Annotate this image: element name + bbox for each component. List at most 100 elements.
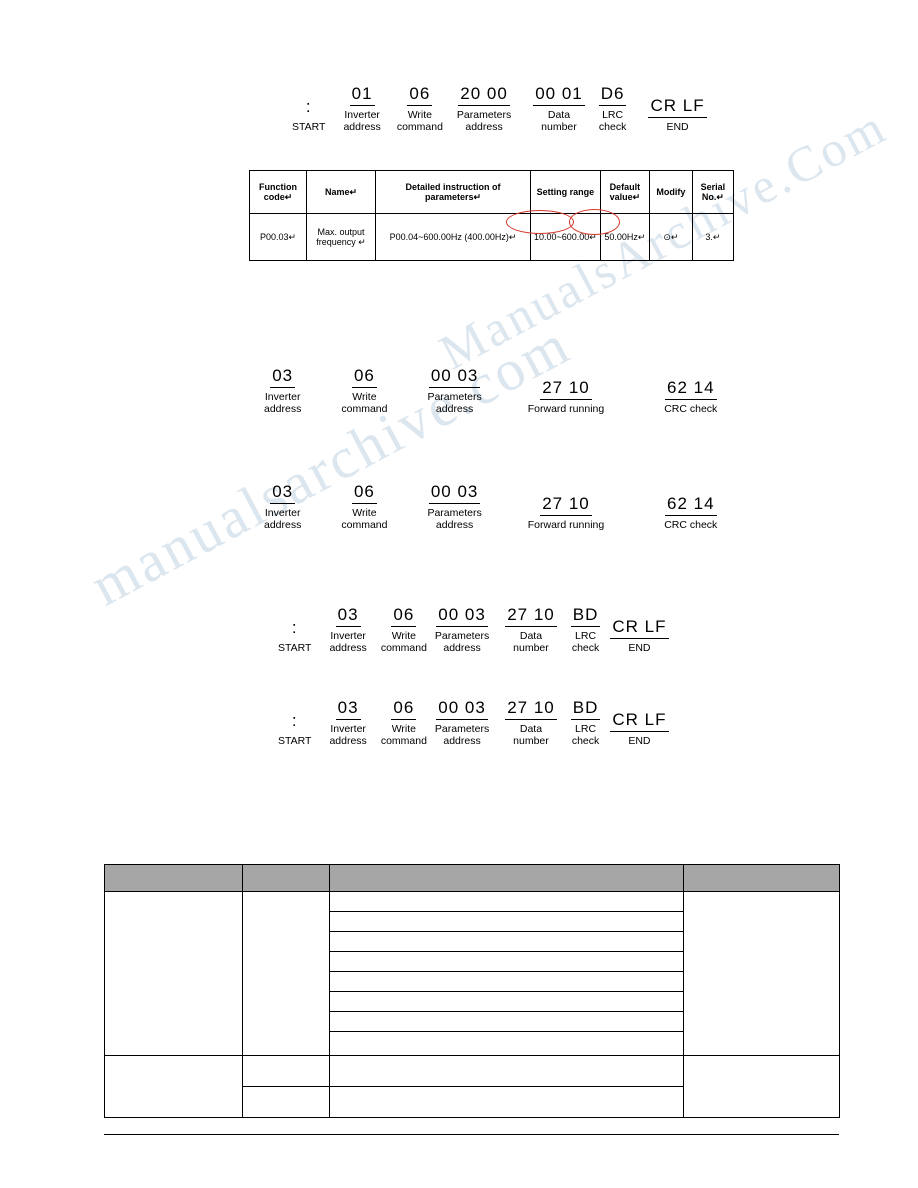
frame-field-value: 00 01 (533, 84, 585, 106)
bottom-th-1 (103, 864, 244, 892)
frame-field-label: CRC check (664, 519, 718, 531)
frame-field-label: LRC check (598, 109, 627, 133)
lrc-frame-p0003-write-fields: : START 01 Inverter address 06 Write command 2… (292, 84, 707, 133)
frame-field-value: 03 (270, 366, 296, 388)
frame-field: 06 Write command (341, 366, 387, 415)
frame-field-label: Inverter address (264, 391, 302, 415)
table-row (103, 1055, 840, 1118)
bottom-cell-group-4 (683, 891, 840, 1056)
frame-field-value: 27 10 (505, 605, 557, 627)
bottom-cell-detail (329, 951, 685, 972)
frame-field: 27 10 Data number (505, 605, 557, 654)
frame-field: CR LF END (648, 96, 707, 133)
bottom-cell-detail (329, 971, 685, 992)
cell-function-code: P00.03↵ (249, 213, 307, 261)
bottom-data-table (103, 864, 840, 1118)
frame-field-value: 06 (351, 482, 377, 504)
frame-field-label: Inverter address (329, 723, 367, 747)
frame-field-value: CR LF (610, 710, 669, 732)
frame-field-label: Data number (513, 723, 549, 747)
frame-field: 27 10 Data number (505, 698, 557, 747)
frame-field-value: 27 10 (540, 494, 592, 516)
frame-field-label: CRC check (664, 403, 718, 415)
frame-field-label: LRC check (571, 630, 600, 654)
frame-field-label: Parameters address (456, 109, 512, 133)
watermark-text-1: manualsarchive.com (80, 310, 581, 619)
bottom-table-header-row (103, 864, 840, 892)
cell-serial-no: 3.↵ (691, 213, 734, 261)
cell-name: Max. output frequency ↵ (306, 213, 376, 261)
frame-field-value: 00 03 (436, 605, 488, 627)
frame-field-label: END (628, 642, 651, 654)
th-default-value: Default value↵ (599, 170, 650, 214)
frame-field-value: CR LF (610, 617, 669, 639)
frame-field-value: 00 03 (428, 482, 481, 504)
frame-field-label: START (278, 735, 312, 747)
frame-field-label: Write command (396, 109, 443, 133)
frame-field-label: Inverter address (329, 630, 367, 654)
frame-field-value: BD (570, 605, 601, 627)
lrc-frame-request-fields: : START 03 Inverter address 06 Write command 0… (278, 605, 669, 654)
frame-field: 20 00 Parameters address (457, 84, 511, 133)
frame-field-value: : (305, 97, 312, 116)
frame-field-value: 20 00 (458, 84, 510, 106)
frame-field: 03 Inverter address (329, 698, 366, 747)
frame-field: BD LRC check (570, 605, 601, 654)
frame-field-label: Forward running (527, 519, 605, 531)
frame-field-label: Forward running (527, 403, 605, 415)
frame-field: : START (278, 618, 311, 654)
parameter-table: Function code↵ Name↵ Detailed instructio… (249, 170, 734, 261)
bottom-cell-detail (329, 991, 685, 1012)
frame-field: 00 01 Data number (533, 84, 585, 133)
frame-field-label: Write command (380, 723, 427, 747)
bottom-cell-group-2 (242, 891, 331, 1056)
frame-field-label: END (628, 735, 651, 747)
frame-diagram-lrc-request: : START 03 Inverter address 06 Write command 0… (278, 605, 669, 654)
th-name: Name↵ (306, 170, 376, 214)
bottom-cell-detail (329, 931, 685, 952)
frame-field-value: 62 14 (664, 378, 717, 400)
frame-field-label: Write command (341, 507, 388, 531)
frame-field: 00 03 Parameters address (427, 482, 481, 531)
bottom-th-4 (683, 864, 840, 892)
frame-field: CR LF END (610, 617, 669, 654)
table-row: P00.03↵ Max. output frequency ↵ P00.04~6… (249, 213, 734, 261)
bottom-cell-group-1b (103, 1055, 244, 1118)
frame-field-value: 62 14 (664, 494, 717, 516)
frame-field-label: Write command (341, 391, 388, 415)
frame-field-value: 06 (391, 605, 417, 627)
frame-field: 00 03 Parameters address (435, 605, 489, 654)
frame-field-value: 03 (335, 605, 361, 627)
frame-diagram-crc-request: 03 Inverter address 06 Write command 00 03 Pa… (264, 366, 717, 415)
frame-field-label: Data number (541, 109, 577, 133)
frame-diagram-lrc-response: : START 03 Inverter address 06 Write command 0… (278, 698, 669, 747)
frame-field: 06 Write command (381, 698, 427, 747)
frame-field-value: 06 (407, 84, 433, 106)
cell-detail: P00.04~600.00Hz (400.00Hz)↵ (375, 213, 531, 261)
frame-field: 06 Write command (397, 84, 443, 133)
bottom-cell-detail (329, 1086, 685, 1118)
frame-field-label: Parameters address (434, 630, 490, 654)
frame-field: 03 Inverter address (264, 482, 301, 531)
frame-field-value: 00 03 (428, 366, 481, 388)
th-serial-no: Serial No.↵ (691, 170, 734, 214)
frame-field-value: 03 (335, 698, 361, 720)
frame-field-label: Parameters address (434, 723, 490, 747)
frame-field-label: Data number (513, 630, 549, 654)
frame-field-label: Inverter address (343, 109, 381, 133)
frame-field-label: Write command (380, 630, 427, 654)
frame-field: 62 14 CRC check (664, 494, 717, 531)
footer-rule (104, 1134, 839, 1135)
th-setting-range: Setting range (530, 170, 601, 214)
bottom-cell-2c (242, 1086, 331, 1118)
table-row (103, 891, 840, 1056)
bottom-cell-group-1 (103, 891, 244, 1056)
bottom-cell-detail (329, 1055, 685, 1087)
frame-field: BD LRC check (570, 698, 601, 747)
crc-frame-request-fields: 03 Inverter address 06 Write command 00 03 Pa… (264, 366, 717, 415)
crc-frame-response-fields: 03 Inverter address 06 Write command 00 03 Pa… (264, 482, 717, 531)
frame-field: 03 Inverter address (329, 605, 366, 654)
frame-field-value: : (291, 711, 298, 730)
frame-field-label: START (278, 642, 312, 654)
bottom-th-3 (329, 864, 685, 892)
